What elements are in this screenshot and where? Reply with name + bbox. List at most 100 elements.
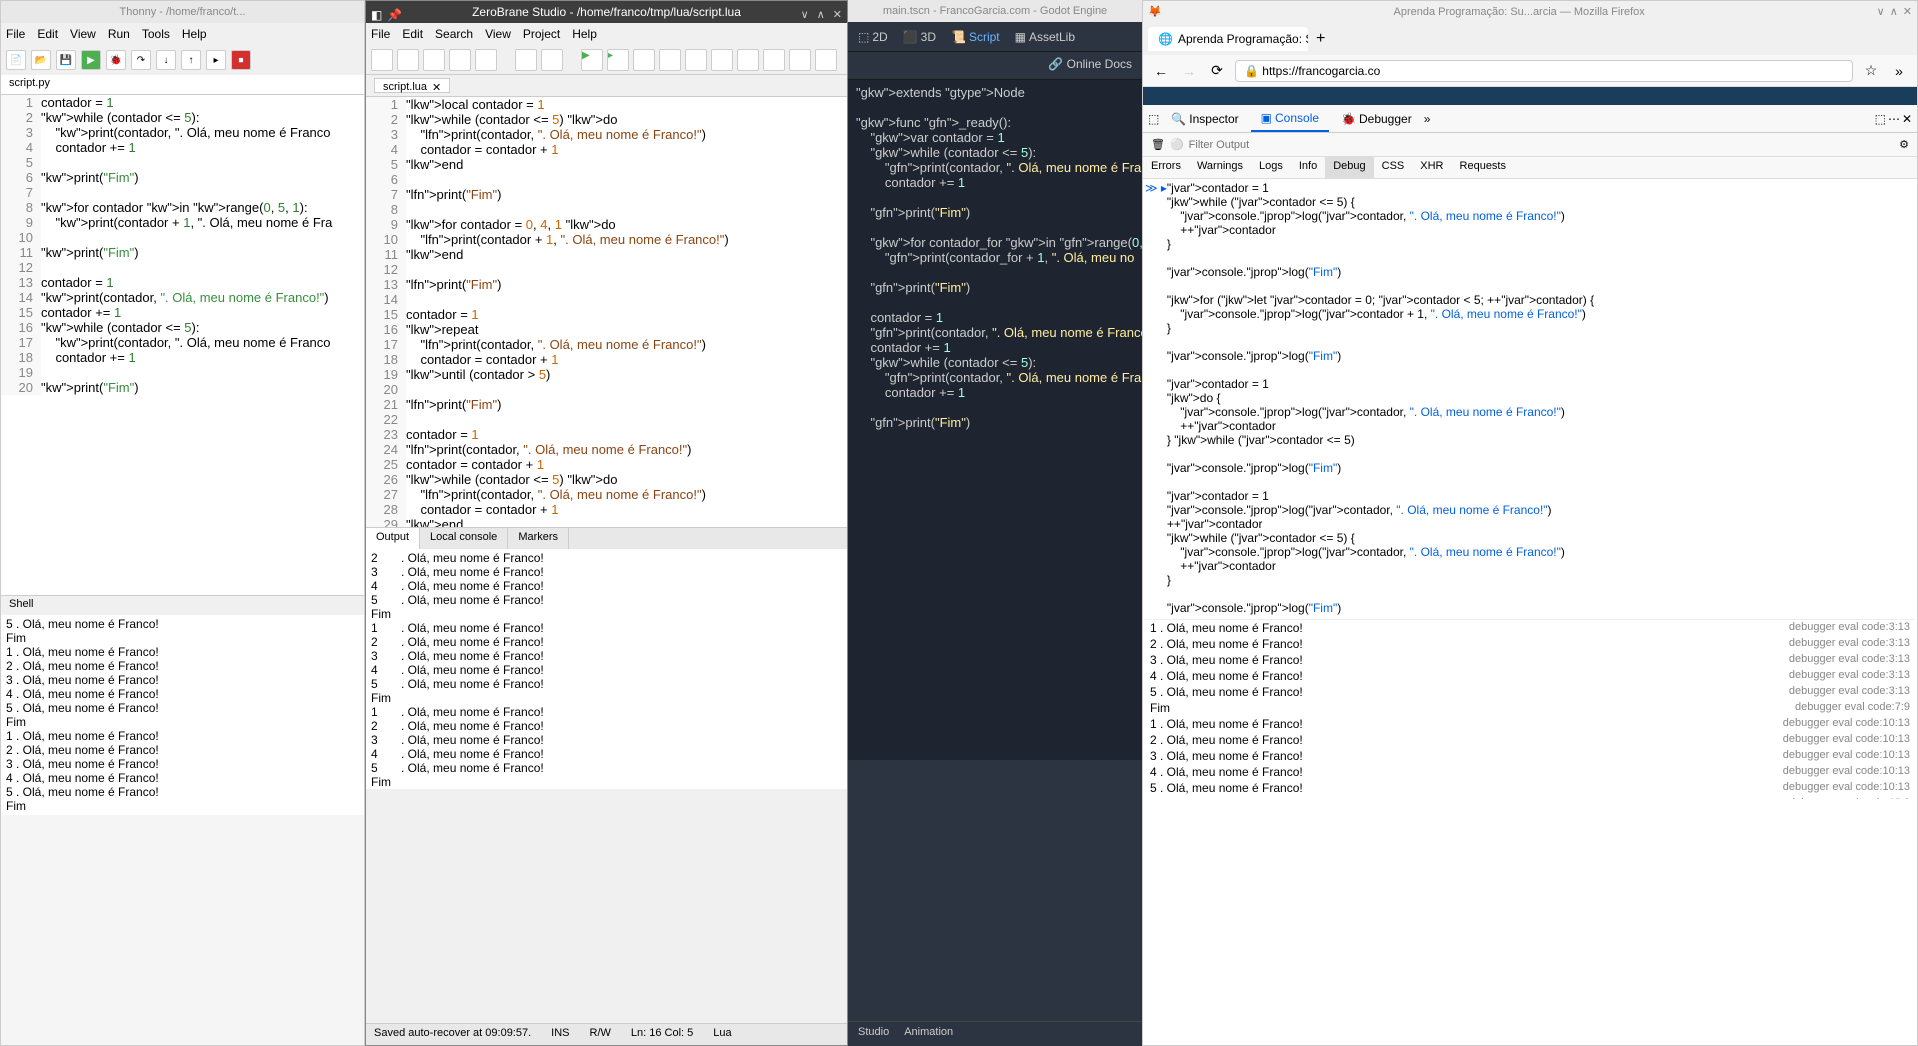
menu-tools[interactable]: Tools bbox=[142, 27, 170, 41]
bookmarks-icon[interactable] bbox=[815, 49, 837, 71]
code-line: 1"lkw">local contador = 1 bbox=[366, 97, 847, 112]
cat-debug[interactable]: Debug bbox=[1325, 157, 1373, 178]
devtools-menu-icon[interactable]: ⋯ bbox=[1888, 112, 1900, 126]
maximize-icon[interactable]: ∧ bbox=[817, 4, 825, 26]
output-line: 3 . Olá, meu nome é Franco! bbox=[371, 565, 842, 579]
overflow-button[interactable]: » bbox=[1889, 61, 1909, 81]
run-icon[interactable]: ▶ bbox=[581, 49, 603, 71]
save-file-icon[interactable]: 💾 bbox=[56, 50, 76, 70]
2d-button[interactable]: ⬚2D bbox=[858, 30, 888, 44]
shell-tab[interactable]: Shell bbox=[1, 595, 364, 615]
save-file-icon[interactable] bbox=[423, 49, 445, 71]
debug-icon[interactable] bbox=[633, 49, 655, 71]
menu-file[interactable]: File bbox=[371, 27, 390, 41]
step-into-icon[interactable] bbox=[659, 49, 681, 71]
input-code-line: "jvar">console."jprop">log("jvar">contad… bbox=[1167, 307, 1594, 321]
file-tab[interactable]: script.lua ✕ bbox=[374, 78, 450, 93]
settings-icon[interactable]: ⚙ bbox=[1899, 138, 1909, 151]
menu-edit[interactable]: Edit bbox=[37, 27, 58, 41]
step-over-icon[interactable]: ↷ bbox=[131, 50, 151, 70]
script-button[interactable]: 📜Script bbox=[951, 30, 1000, 44]
cat-requests[interactable]: Requests bbox=[1452, 157, 1514, 178]
stop-icon[interactable]: ⏹ bbox=[231, 50, 251, 70]
cat-css[interactable]: CSS bbox=[1374, 157, 1413, 178]
devtools-close-icon[interactable]: ✕ bbox=[1902, 112, 1912, 126]
thonny-file-tab[interactable]: script.py bbox=[1, 75, 364, 95]
godot-code-editor[interactable]: "gkw">extends "gtype">Node "gkw">func "g… bbox=[848, 80, 1142, 760]
console-output[interactable]: ≫ ▸ "jvar">contador = 1"jkw">while ("jva… bbox=[1143, 179, 1917, 799]
url-bar[interactable]: 🔒 https://francogarcia.co bbox=[1235, 60, 1853, 82]
step-over-icon[interactable] bbox=[685, 49, 707, 71]
menu-project[interactable]: Project bbox=[523, 27, 560, 41]
minimize-icon[interactable]: ∨ bbox=[1877, 1, 1885, 23]
replace-icon[interactable] bbox=[541, 49, 563, 71]
output-tab[interactable]: Output bbox=[366, 528, 420, 549]
zerobrane-output[interactable]: 2 . Olá, meu nome é Franco!3 . Olá, meu … bbox=[366, 549, 847, 789]
thonny-code-editor[interactable]: 1contador = 12"kw">while (contador <= 5)… bbox=[1, 95, 364, 595]
find-icon[interactable] bbox=[515, 49, 537, 71]
cat-xhr[interactable]: XHR bbox=[1412, 157, 1451, 178]
menu-edit[interactable]: Edit bbox=[402, 27, 423, 41]
assetlib-button[interactable]: ▦AssetLib bbox=[1015, 30, 1075, 44]
resume-icon[interactable]: ▸ bbox=[206, 50, 226, 70]
filter-input[interactable] bbox=[1189, 139, 1899, 151]
close-icon[interactable]: ✕ bbox=[1903, 1, 1912, 23]
code-line bbox=[848, 220, 1142, 235]
devtools-options-icon[interactable]: ⬚ bbox=[1875, 112, 1886, 126]
browser-tab[interactable]: 🌐 Aprenda Programação: Subro ✕ bbox=[1148, 27, 1308, 51]
minimize-icon[interactable]: ∨ bbox=[801, 4, 809, 26]
new-tab-button[interactable]: + bbox=[1308, 30, 1333, 48]
menu-help[interactable]: Help bbox=[182, 27, 207, 41]
cat-errors[interactable]: Errors bbox=[1143, 157, 1189, 178]
close-tab-icon[interactable]: ✕ bbox=[432, 81, 441, 90]
debug-icon[interactable]: 🐞 bbox=[106, 50, 126, 70]
animation-tab[interactable]: Animation bbox=[904, 1026, 953, 1042]
save-all-icon[interactable] bbox=[449, 49, 471, 71]
menu-help[interactable]: Help bbox=[572, 27, 597, 41]
menu-view[interactable]: View bbox=[485, 27, 511, 41]
3d-button[interactable]: ⬛3D bbox=[903, 30, 936, 44]
debugger-tab[interactable]: 🐞Debugger bbox=[1331, 107, 1422, 131]
step-into-icon[interactable]: ↓ bbox=[156, 50, 176, 70]
menu-search[interactable]: Search bbox=[435, 27, 473, 41]
step-out-icon[interactable]: ↑ bbox=[181, 50, 201, 70]
project-dir-icon[interactable] bbox=[475, 49, 497, 71]
back-button[interactable]: ← bbox=[1151, 61, 1171, 81]
menu-file[interactable]: File bbox=[6, 27, 25, 41]
break-icon[interactable] bbox=[737, 49, 759, 71]
bookmark-button[interactable]: ☆ bbox=[1861, 61, 1881, 81]
maximize-icon[interactable]: ∧ bbox=[1890, 1, 1898, 23]
reload-button[interactable]: ⟳ bbox=[1207, 61, 1227, 81]
open-file-icon[interactable] bbox=[397, 49, 419, 71]
input-code-line bbox=[1167, 363, 1594, 377]
zerobrane-title: ◧ 📌 ZeroBrane Studio - /home/franco/tmp/… bbox=[366, 1, 847, 23]
run-noargs-icon[interactable]: ▸ bbox=[607, 49, 629, 71]
toggle-breakpoint-icon[interactable] bbox=[789, 49, 811, 71]
more-tabs-icon[interactable]: » bbox=[1424, 112, 1431, 126]
new-file-icon[interactable] bbox=[371, 49, 393, 71]
inspector-tab[interactable]: 🔍Inspector bbox=[1161, 107, 1248, 131]
step-out-icon[interactable] bbox=[711, 49, 733, 71]
iframe-picker-icon[interactable]: ⬚ bbox=[1148, 112, 1159, 126]
menu-view[interactable]: View bbox=[70, 27, 96, 41]
cat-logs[interactable]: Logs bbox=[1251, 157, 1291, 178]
thonny-shell[interactable]: 5 . Olá, meu nome é Franco!Fim1 . Olá, m… bbox=[1, 615, 364, 815]
cat-info[interactable]: Info bbox=[1291, 157, 1325, 178]
console-tab[interactable]: ▣Console bbox=[1251, 106, 1329, 132]
pin-icon[interactable]: 📌 bbox=[387, 4, 402, 26]
open-file-icon[interactable]: 📂 bbox=[31, 50, 51, 70]
cat-warnings[interactable]: Warnings bbox=[1189, 157, 1251, 178]
close-icon[interactable]: ✕ bbox=[833, 4, 842, 26]
zerobrane-code-editor[interactable]: 1"lkw">local contador = 12"lkw">while (c… bbox=[366, 97, 847, 527]
new-file-icon[interactable]: 📄 bbox=[6, 50, 26, 70]
online-docs-link[interactable]: 🔗 Online Docs bbox=[848, 52, 1142, 80]
forward-button[interactable]: → bbox=[1179, 61, 1199, 81]
status-pos: Ln: 16 Col: 5 bbox=[631, 1027, 693, 1042]
menu-run[interactable]: Run bbox=[108, 27, 130, 41]
studio-tab[interactable]: Studio bbox=[858, 1026, 889, 1042]
stop-icon[interactable] bbox=[763, 49, 785, 71]
local-console-tab[interactable]: Local console bbox=[420, 528, 508, 549]
markers-tab[interactable]: Markers bbox=[508, 528, 569, 549]
trash-icon[interactable]: 🗑 bbox=[1151, 138, 1165, 151]
run-icon[interactable]: ▶ bbox=[81, 50, 101, 70]
